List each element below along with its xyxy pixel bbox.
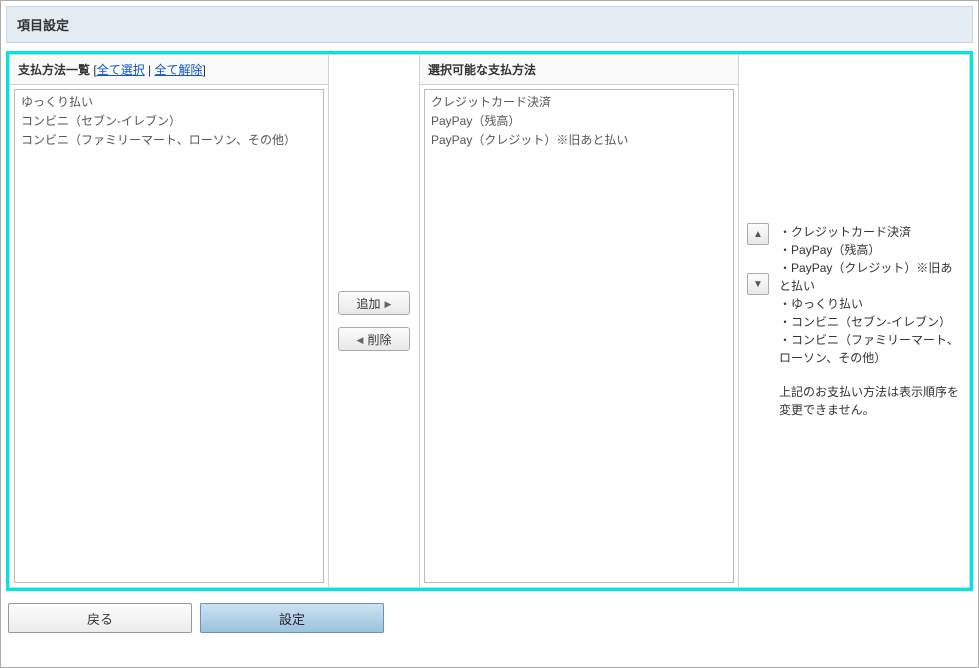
back-button[interactable]: 戻る	[8, 603, 192, 633]
right-panel-header: 選択可能な支払方法	[420, 55, 738, 85]
left-panel-title: 支払方法一覧	[18, 63, 90, 77]
list-item: ゆっくり払い	[779, 295, 961, 313]
available-methods-panel: 支払方法一覧 [全て選択 | 全て解除] ゆっくり払い コンビニ（セブン-イレブ…	[9, 54, 329, 588]
remove-button[interactable]: 削除	[338, 327, 410, 351]
arrow-left-icon	[357, 332, 366, 346]
app-window: 項目設定 支払方法一覧 [全て選択 | 全て解除] ゆっくり払い コンビニ（セブ…	[0, 0, 979, 668]
selected-methods-panel: 選択可能な支払方法 クレジットカード決済 PayPay（残高） PayPay（ク…	[419, 54, 739, 588]
info-column: ▲ ▼ クレジットカード決済 PayPay（残高） PayPay（クレジット）※…	[739, 54, 970, 588]
submit-button[interactable]: 設定	[200, 603, 384, 633]
page-title: 項目設定	[6, 6, 973, 43]
move-down-button[interactable]: ▼	[747, 273, 769, 295]
arrow-right-icon	[383, 296, 392, 310]
right-panel-title: 選択可能な支払方法	[428, 63, 536, 77]
list-item[interactable]: コンビニ（ファミリーマート、ローソン、その他）	[17, 130, 321, 149]
list-item[interactable]: PayPay（クレジット）※旧あと払い	[427, 130, 731, 149]
transfer-buttons-column: 追加 削除	[329, 54, 419, 588]
list-item: コンビニ（ファミリーマート、ローソン、その他）	[779, 331, 961, 367]
list-item[interactable]: クレジットカード決済	[427, 92, 731, 111]
list-item[interactable]: ゆっくり払い	[17, 92, 321, 111]
deselect-all-link[interactable]: 全て解除	[155, 63, 203, 77]
reorder-buttons: ▲ ▼	[747, 223, 769, 295]
list-item[interactable]: コンビニ（セブン-イレブン）	[17, 111, 321, 130]
selected-methods-listbox[interactable]: クレジットカード決済 PayPay（残高） PayPay（クレジット）※旧あと払…	[424, 89, 734, 583]
settings-highlight-area: 支払方法一覧 [全て選択 | 全て解除] ゆっくり払い コンビニ（セブン-イレブ…	[6, 51, 973, 591]
list-item: クレジットカード決済	[779, 223, 961, 241]
list-item: コンビニ（セブン-イレブン）	[779, 313, 961, 331]
chevron-up-icon: ▲	[753, 229, 763, 240]
select-all-link[interactable]: 全て選択	[97, 63, 145, 77]
info-text-block: クレジットカード決済 PayPay（残高） PayPay（クレジット）※旧あと払…	[779, 223, 961, 419]
info-note: 上記のお支払い方法は表示順序を変更できません。	[779, 383, 961, 419]
add-button[interactable]: 追加	[338, 291, 410, 315]
left-panel-header: 支払方法一覧 [全て選択 | 全て解除]	[10, 55, 328, 85]
chevron-down-icon: ▼	[753, 279, 763, 290]
list-item: PayPay（残高）	[779, 241, 961, 259]
available-methods-listbox[interactable]: ゆっくり払い コンビニ（セブン-イレブン） コンビニ（ファミリーマート、ローソン…	[14, 89, 324, 583]
info-row: ▲ ▼ クレジットカード決済 PayPay（残高） PayPay（クレジット）※…	[747, 223, 961, 419]
list-item: PayPay（クレジット）※旧あと払い	[779, 259, 961, 295]
move-up-button[interactable]: ▲	[747, 223, 769, 245]
fixed-order-list: クレジットカード決済 PayPay（残高） PayPay（クレジット）※旧あと払…	[779, 223, 961, 367]
list-item[interactable]: PayPay（残高）	[427, 111, 731, 130]
footer-buttons: 戻る 設定	[6, 599, 973, 637]
dual-list-layout: 支払方法一覧 [全て選択 | 全て解除] ゆっくり払い コンビニ（セブン-イレブ…	[9, 54, 970, 588]
